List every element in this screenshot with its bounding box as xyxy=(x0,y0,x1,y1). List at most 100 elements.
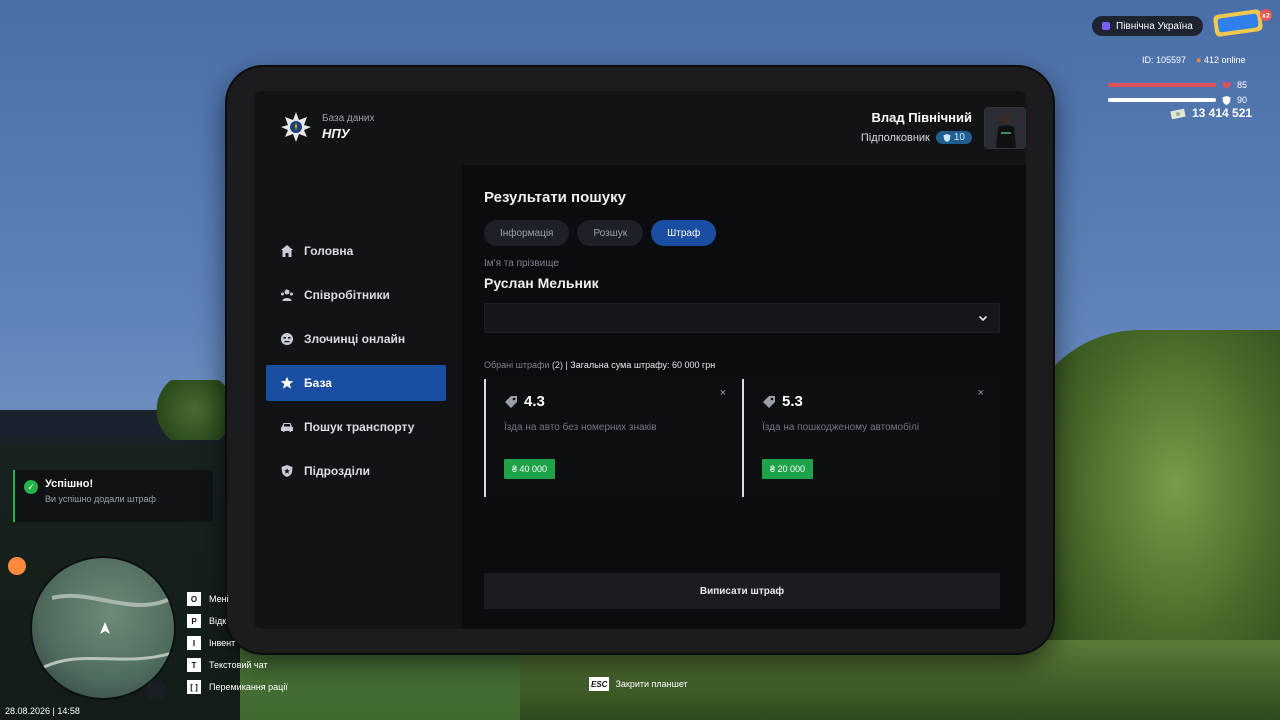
hunger-icon xyxy=(8,557,26,575)
armor-value: 90 xyxy=(1237,95,1248,105)
fine-price-badge: ₴ 40 000 xyxy=(504,459,556,479)
remove-fine-button[interactable]: × xyxy=(978,387,984,399)
keybind-row: O Мені xyxy=(187,588,288,610)
fine-code-row: 5.3 xyxy=(762,393,982,410)
keybind-row: T Текстовий чат xyxy=(187,654,288,676)
officer-avatar-icon xyxy=(985,108,1025,148)
remove-fine-button[interactable]: × xyxy=(720,387,726,399)
tag-icon xyxy=(763,395,775,408)
selected-fines-list: × 4.3 Їзда на авто без номерних знаків ₴… xyxy=(484,379,1000,497)
armor-row: 90 xyxy=(1108,95,1247,105)
success-toast: ✓ Успішно! Ви успішно додали штраф xyxy=(13,470,213,522)
esc-key: ESC xyxy=(589,677,610,691)
shield-icon xyxy=(281,465,293,477)
summary-count: (2) xyxy=(551,360,563,370)
person-name: Руслан Мельник xyxy=(484,275,599,291)
check-icon: ✓ xyxy=(24,480,38,494)
tab-wanted[interactable]: Розшук xyxy=(577,220,644,246)
sidebar-nav: Головна Співробітники Злочинці онлайн Ба… xyxy=(266,233,446,497)
rank-level: 10 xyxy=(953,132,965,143)
sidebar-item-vehicle-search[interactable]: Пошук транспорту xyxy=(266,409,446,445)
armor-icon xyxy=(1222,95,1231,105)
rank-level-badge: 10 xyxy=(935,131,972,144)
keybind-label: Мені xyxy=(209,594,229,604)
sidebar-item-units[interactable]: Підрозділи xyxy=(266,453,446,489)
money-icon xyxy=(1170,108,1186,119)
sidebar-item-employees[interactable]: Співробітники xyxy=(266,277,446,313)
fine-code: 5.3 xyxy=(782,393,803,410)
region-name: Північна Україна xyxy=(1116,20,1193,32)
money-amount: 13 414 521 xyxy=(1192,106,1253,120)
tag-icon xyxy=(505,395,517,408)
health-icon xyxy=(1222,81,1231,89)
minimap xyxy=(30,556,176,700)
player-id-row: ID: 105597 ● 412 online xyxy=(1142,55,1246,65)
car-icon xyxy=(281,423,293,432)
fine-select-dropdown[interactable] xyxy=(484,303,1000,333)
fine-price-badge: ₴ 20 000 xyxy=(762,459,814,479)
fine-code-row: 4.3 xyxy=(504,393,724,410)
logo-badge-text: x2 xyxy=(1262,13,1270,20)
toast-text: Ви успішно додали штраф xyxy=(45,494,156,504)
shield-icon xyxy=(943,133,951,142)
sidebar-item-criminals-online[interactable]: Злочинці онлайн xyxy=(266,321,446,357)
police-tablet: База даних НПУ Головна Співробітники Зло… xyxy=(227,67,1053,653)
fine-card: × 5.3 Їзда на пошкодженому автомобілі ₴ … xyxy=(742,379,1000,497)
fine-description: Їзда на пошкодженому автомобілі xyxy=(762,422,920,433)
app-title: НПУ xyxy=(322,126,350,141)
server-region-badge: Північна Україна xyxy=(1092,16,1203,36)
game-logo-icon: x2 xyxy=(1213,9,1272,37)
chevron-down-icon xyxy=(978,315,988,322)
user-rank: Підполковник xyxy=(860,131,930,144)
money-row: 13 414 521 xyxy=(1170,106,1252,120)
online-count-row: ● 412 online xyxy=(1196,55,1246,65)
keybind-label: Текстовий чат xyxy=(209,660,268,670)
key-cap: T xyxy=(187,658,201,672)
police-badge-icon xyxy=(281,112,311,142)
user-rank-row: Підполковник 10 xyxy=(861,131,972,144)
sidebar-item-label: Головна xyxy=(304,244,354,258)
summary-total: | Загальна сума штрафу: 60 000 грн xyxy=(565,360,716,370)
keybind-row: I Інвент xyxy=(187,632,288,654)
result-tabs: Інформація Розшук Штраф xyxy=(484,220,1000,246)
keybind-label: Відк xyxy=(209,616,227,626)
fines-summary: Обрані штрафи (2) | Загальна сума штрафу… xyxy=(484,360,1000,370)
online-icon: ● xyxy=(1196,55,1202,65)
health-bar xyxy=(1108,83,1216,87)
fine-card: × 4.3 Їзда на авто без номерних знаків ₴… xyxy=(484,379,742,497)
criminal-icon xyxy=(281,333,293,345)
online-count: 412 online xyxy=(1204,55,1246,65)
player-id: ID: 105597 xyxy=(1142,55,1187,65)
keybind-row: [ ] Перемикання рації xyxy=(187,676,288,698)
map-arrow-icon xyxy=(41,593,173,670)
keybind-hints: O Мені P Відк I Інвент T Текстовий чат [ ] Пе… xyxy=(187,588,288,698)
search-results: Результати пошуку Інформація Розшук Штра… xyxy=(484,189,1000,497)
toast-title: Успішно! xyxy=(45,478,94,490)
key-cap: O xyxy=(187,592,201,606)
key-cap: [ ] xyxy=(187,680,201,694)
close-tablet-label: Закрити планшет xyxy=(615,679,688,689)
sidebar-item-home[interactable]: Головна xyxy=(266,233,446,269)
app-logo: База даних НПУ xyxy=(280,111,374,143)
app-subtitle: База даних xyxy=(322,113,375,124)
sidebar-item-label: Підрозділи xyxy=(304,464,370,478)
sidebar-item-label: Пошук транспорту xyxy=(304,420,415,434)
issue-fine-button[interactable]: Виписати штраф xyxy=(484,573,1000,609)
tab-info[interactable]: Інформація xyxy=(484,220,570,246)
health-value: 85 xyxy=(1237,80,1248,90)
keybind-row: P Відк xyxy=(187,610,288,632)
summary-prefix: Обрані штрафи xyxy=(484,360,550,370)
avatar[interactable] xyxy=(984,107,1026,149)
user-header: Влад Північний Підполковник 10 xyxy=(462,91,1026,165)
people-icon xyxy=(281,289,293,301)
sidebar: База даних НПУ Головна Співробітники Зло… xyxy=(254,91,462,629)
date-time: 28.08.2026 | 14:58 xyxy=(5,706,80,716)
close-tablet-hint: ESC Закрити планшет xyxy=(589,677,688,691)
health-row: 85 xyxy=(1108,80,1247,90)
tab-fine[interactable]: Штраф xyxy=(651,220,717,246)
sidebar-item-label: База xyxy=(304,376,332,390)
sidebar-item-label: Співробітники xyxy=(304,288,390,302)
star-icon xyxy=(280,376,294,389)
armor-bar xyxy=(1108,98,1216,102)
sidebar-item-database[interactable]: База xyxy=(266,365,446,401)
